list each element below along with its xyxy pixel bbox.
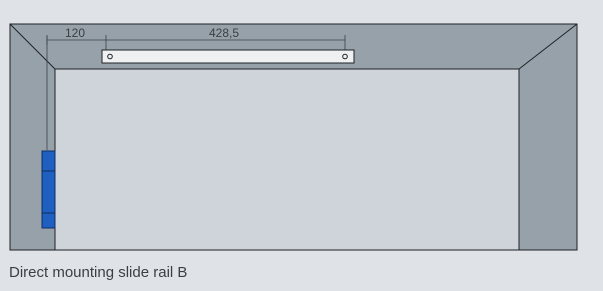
- figure: 120 428,5 Direct mounting slide rail B: [0, 0, 603, 291]
- figure-caption: Direct mounting slide rail B: [9, 264, 188, 281]
- dimension-label-left-offset: 120: [65, 26, 85, 40]
- door-frame-drawing: 120 428,5: [9, 23, 578, 251]
- slide-rail: [101, 49, 355, 64]
- dimension-label-rail-length: 428,5: [209, 26, 239, 40]
- hinge: [41, 150, 56, 229]
- door-panel: [54, 68, 520, 251]
